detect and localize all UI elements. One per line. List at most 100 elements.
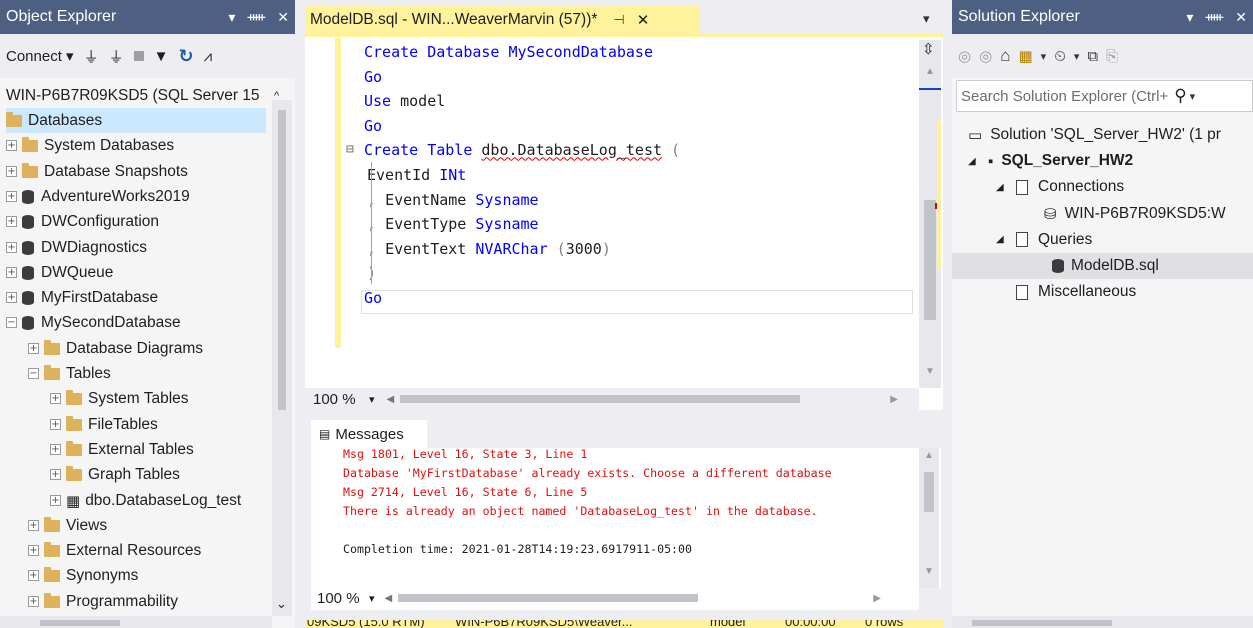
scroll-down-icon[interactable]: ⌄	[276, 596, 287, 612]
dropdown-icon[interactable]: ▾	[1074, 50, 1080, 63]
collapse-icon[interactable]: −	[6, 317, 17, 328]
stop-icon[interactable]	[133, 51, 144, 61]
pin-tab-icon[interactable]: ⊣	[613, 12, 624, 28]
scroll-up-icon[interactable]: ▲	[924, 450, 934, 461]
expand-icon[interactable]: +	[6, 216, 17, 227]
collapse-all-icon[interactable]: ⧉	[1087, 48, 1098, 65]
show-all-files-icon[interactable]: ⎘	[1106, 48, 1118, 65]
object-explorer-vscroll[interactable]: ⌄	[272, 100, 292, 616]
expand-icon[interactable]: +	[28, 343, 39, 354]
expand-icon[interactable]: +	[28, 570, 39, 581]
connect-object-icon[interactable]: ⏚	[84, 46, 99, 67]
split-editor-icon[interactable]: ⇳	[922, 40, 935, 58]
refresh-icon[interactable]: ↻	[178, 46, 193, 67]
expand-icon[interactable]: +	[6, 140, 17, 151]
zoom-dropdown-icon[interactable]: ▾	[369, 592, 375, 605]
hscroll-thumb[interactable]	[972, 620, 1112, 626]
hscroll-thumb[interactable]	[40, 620, 120, 626]
auto-hide-pin-icon[interactable]: ᚔ	[1205, 9, 1223, 25]
forward-icon[interactable]: ◎	[979, 47, 992, 65]
scroll-thumb[interactable]	[924, 472, 934, 512]
search-dropdown-icon[interactable]: ▾	[1190, 90, 1196, 103]
close-icon[interactable]: ✕	[1235, 9, 1247, 26]
tree-node[interactable]: + Programmability	[28, 589, 178, 614]
solution-tree-item[interactable]: ModelDB.sql	[952, 253, 1253, 279]
solution-tree-item[interactable]: ◢ Connections	[996, 174, 1124, 200]
solution-tree-item[interactable]: Miscellaneous	[996, 279, 1136, 305]
scroll-right-icon[interactable]: ▶	[890, 394, 898, 405]
switch-views-icon[interactable]: ▦	[1018, 47, 1032, 65]
tree-node[interactable]: + Database Snapshots	[6, 159, 188, 184]
hscroll-thumb[interactable]	[398, 594, 699, 602]
tree-node[interactable]: + Database Diagrams	[28, 336, 203, 361]
tab-list-dropdown-icon[interactable]: ▾	[923, 11, 930, 27]
scroll-thumb[interactable]	[278, 110, 286, 410]
tree-node[interactable]: + AdventureWorks2019	[6, 184, 190, 209]
zoom-level[interactable]: 100 %	[305, 391, 363, 408]
window-position-dropdown-icon[interactable]: ▾	[1186, 9, 1193, 26]
search-icon[interactable]: ⚲	[1174, 86, 1186, 106]
tree-node[interactable]: Databases	[6, 108, 266, 133]
filter-icon[interactable]: ▼	[154, 48, 169, 65]
scroll-left-icon[interactable]: ◀	[387, 394, 395, 405]
collapse-icon[interactable]: −	[28, 368, 39, 379]
expand-icon[interactable]: +	[50, 419, 61, 430]
tree-node[interactable]: + External Tables	[50, 437, 194, 462]
tree-node[interactable]: − MySecondDatabase	[6, 310, 181, 335]
tree-node[interactable]: + FileTables	[50, 412, 158, 437]
solution-hscroll[interactable]	[952, 616, 1253, 628]
disconnect-icon[interactable]: ⏚	[109, 46, 124, 67]
home-icon[interactable]: ⌂	[1000, 46, 1010, 66]
tree-node[interactable]: + External Resources	[28, 538, 201, 563]
expand-icon[interactable]: +	[50, 469, 61, 480]
back-icon[interactable]: ◎	[958, 47, 971, 65]
expand-icon[interactable]: +	[50, 444, 61, 455]
tab-close-icon[interactable]: ✕	[637, 11, 650, 29]
tree-node[interactable]: + System Databases	[6, 133, 174, 158]
scroll-thumb[interactable]	[924, 200, 936, 320]
editor-tab-active[interactable]: ModelDB.sql - WIN...WeaverMarvin (57))* …	[305, 6, 700, 34]
messages-tab[interactable]: ▤ Messages	[311, 420, 427, 448]
expand-icon[interactable]: +	[28, 520, 39, 531]
scroll-left-icon[interactable]: ◀	[385, 593, 393, 604]
expand-icon[interactable]: +	[50, 393, 61, 404]
solution-tree-item[interactable]: ◢ ▪ SQL_Server_HW2	[968, 148, 1133, 174]
pending-changes-icon[interactable]: ⏲	[1054, 48, 1066, 65]
window-position-dropdown-icon[interactable]: ▾	[228, 9, 235, 26]
scroll-down-icon[interactable]: ▼	[924, 566, 934, 577]
expand-icon[interactable]: +	[6, 191, 17, 202]
expand-icon[interactable]: +	[6, 166, 17, 177]
expand-icon[interactable]: +	[6, 292, 17, 303]
connect-button[interactable]: Connect ▾	[6, 47, 74, 65]
scroll-down-icon[interactable]: ▼	[925, 366, 935, 377]
hscroll-thumb[interactable]	[400, 395, 801, 403]
expand-icon[interactable]: +	[6, 267, 17, 278]
expand-icon[interactable]: +	[50, 495, 61, 506]
messages-vscroll[interactable]: ▲ ▼	[919, 448, 939, 588]
activity-monitor-icon[interactable]: ⩘	[204, 48, 212, 65]
solution-tree-item[interactable]: ◢ Queries	[996, 227, 1092, 253]
tree-node[interactable]: + ▦ dbo.DatabaseLog_test	[50, 488, 241, 513]
server-node[interactable]: WIN-P6B7R09KSD5 (SQL Server 15 ^	[6, 83, 279, 108]
editor-vscroll[interactable]: ⇳ ▲ ▼	[919, 40, 941, 388]
expand-icon[interactable]: +	[28, 596, 39, 607]
auto-hide-pin-icon[interactable]: ᚔ	[247, 9, 265, 25]
tree-node[interactable]: + MyFirstDatabase	[6, 285, 158, 310]
tree-node[interactable]: + DWDiagnostics	[6, 235, 147, 260]
solution-tree-item[interactable]: ▭ Solution 'SQL_Server_HW2' (1 pr	[968, 122, 1221, 148]
object-explorer-hscroll[interactable]	[0, 616, 272, 628]
tree-node[interactable]: + Views	[28, 513, 107, 538]
expanded-arrow-icon[interactable]: ◢	[968, 156, 976, 167]
tree-node[interactable]: + Graph Tables	[50, 462, 180, 487]
solution-search-input[interactable]: Search Solution Explorer (Ctrl+	[961, 88, 1168, 105]
dropdown-icon[interactable]: ▾	[1041, 50, 1047, 63]
tree-node[interactable]: + Synonyms	[28, 563, 138, 588]
scroll-right-icon[interactable]: ▶	[873, 593, 881, 604]
collapse-region-icon[interactable]: ⊟	[346, 138, 354, 162]
tree-node[interactable]: + DWQueue	[6, 260, 113, 285]
solution-search-box[interactable]: Search Solution Explorer (Ctrl+ ⚲ ▾	[956, 80, 1253, 112]
expand-icon[interactable]: +	[6, 242, 17, 253]
zoom-dropdown-icon[interactable]: ▾	[369, 393, 375, 406]
code-area[interactable]: Create Database MySecondDatabase Go Use mo…	[345, 38, 917, 388]
scroll-up-icon[interactable]: ▲	[925, 66, 935, 77]
